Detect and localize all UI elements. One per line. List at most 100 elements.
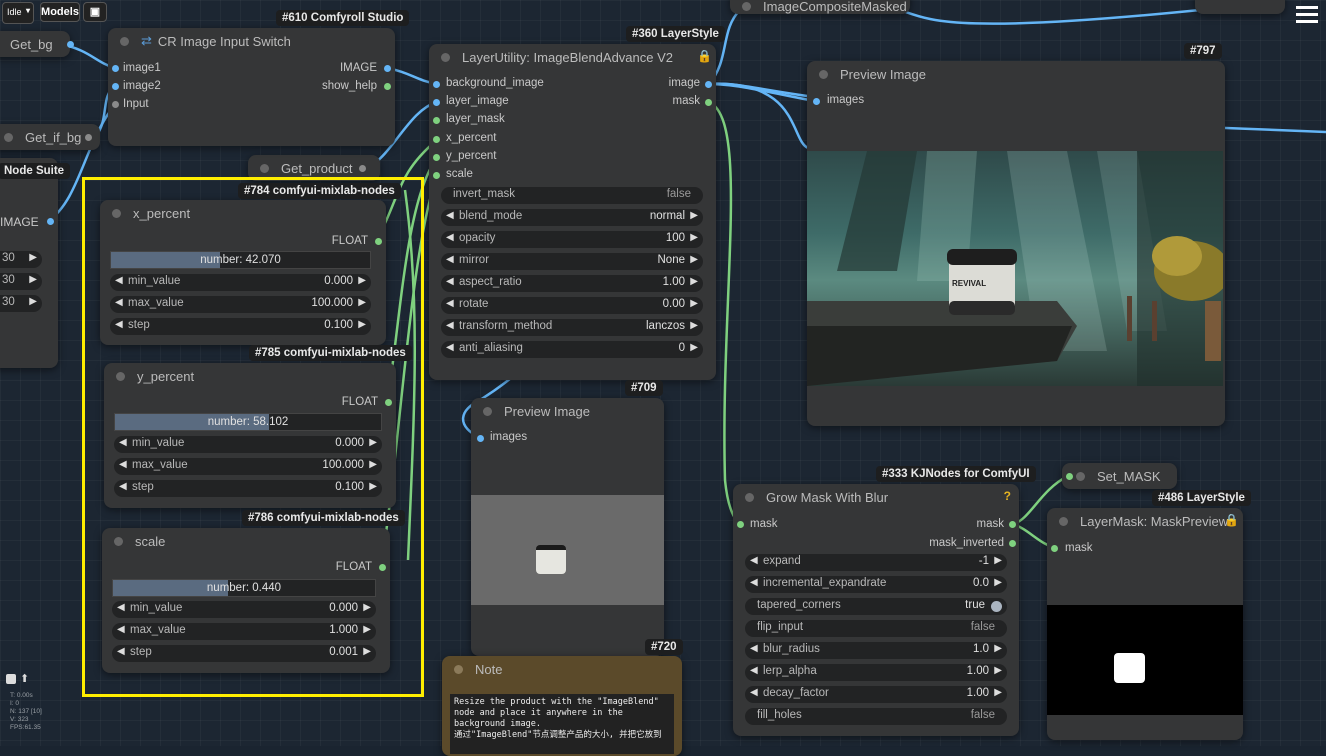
output-port[interactable] (85, 134, 92, 141)
node-suite-partial-node[interactable]: IMAGE 30 ▶ 30 ▶ 30 ▶ (0, 158, 58, 368)
node-badge: #486 LayerStyle (1152, 490, 1251, 506)
output-label: IMAGE (339, 62, 377, 74)
output-port-image[interactable] (384, 65, 391, 72)
arrow-right-icon[interactable]: ▶ (29, 274, 37, 285)
input-label: x_percent (446, 132, 497, 144)
node-badge: #709 (625, 380, 663, 396)
blur-radius-widget[interactable]: ◀ blur_radius 1.0 ▶ (745, 642, 1007, 659)
incremental-expandrate-widget[interactable]: ◀ incremental_expandrate 0.0 ▶ (745, 576, 1007, 593)
canvas-settings-icon[interactable] (6, 674, 16, 684)
lock-icon: 🔒 (1224, 513, 1239, 527)
image-blend-advance-node[interactable]: LayerUtility: ImageBlendAdvance V2 🔒 bac… (429, 44, 716, 380)
pin-icon[interactable]: ⬆ (20, 672, 29, 685)
input-port-image2[interactable] (112, 83, 119, 90)
output-label: image (668, 77, 700, 89)
anti-aliasing-widget[interactable]: ◀ anti_aliasing 0 ▶ (441, 341, 703, 358)
hamburger-menu-icon[interactable] (1296, 6, 1318, 24)
invert-mask-toggle[interactable]: invert_mask false (441, 187, 703, 204)
node-title: Get_bg (10, 36, 53, 52)
product-label: REVIVAL (952, 279, 987, 288)
input-port-images[interactable] (477, 435, 484, 442)
input-label: image2 (123, 80, 161, 92)
lerp-alpha-widget[interactable]: ◀ lerp_alpha 1.00 ▶ (745, 664, 1007, 681)
input-port[interactable] (433, 154, 440, 161)
blend-mode-select[interactable]: ◀ blend_mode normal ▶ (441, 209, 703, 226)
output-port[interactable] (47, 218, 54, 225)
preview-thumbnail (471, 495, 664, 605)
transform-method-select[interactable]: ◀ transform_method lanczos ▶ (441, 319, 703, 336)
node-badge: #360 LayerStyle (626, 26, 725, 42)
mirror-select[interactable]: ◀ mirror None ▶ (441, 253, 703, 270)
widget-value: 30 (2, 296, 15, 308)
preview-scene (807, 151, 1223, 386)
widget-value: 30 (2, 274, 15, 286)
tapered-corners-toggle[interactable]: tapered_corners true (745, 598, 1007, 615)
output-label: mask_inverted (929, 537, 1004, 549)
note-text[interactable]: Resize the product with the "ImageBlend"… (450, 694, 674, 754)
output-port-image[interactable] (705, 81, 712, 88)
expand-widget[interactable]: ◀ expand -1 ▶ (745, 554, 1007, 571)
input-port[interactable] (433, 172, 440, 179)
rotate-widget[interactable]: ◀ rotate 0.00 ▶ (441, 297, 703, 314)
input-port-image1[interactable] (112, 65, 119, 72)
flip-input-toggle[interactable]: flip_input false (745, 620, 1007, 637)
preview-image-node-797[interactable]: Preview Image images REVIVAL (807, 61, 1225, 426)
aspect-ratio-widget[interactable]: ◀ aspect_ratio 1.00 ▶ (441, 275, 703, 292)
opacity-widget[interactable]: ◀ opacity 100 ▶ (441, 231, 703, 248)
node-badge: #333 KJNodes for ComfyUI (876, 466, 1036, 482)
toggle-knob-icon (991, 601, 1002, 612)
get-bg-node[interactable]: Get_bg (0, 31, 74, 57)
node-badge: #720 (645, 639, 683, 655)
stats-overlay: T: 0.00s I: 0 N: 137 [10] V: 323 FPS:61.… (10, 692, 42, 731)
grow-mask-with-blur-node[interactable]: Grow Mask With Blur ? mask mask mask_inv… (733, 484, 1019, 736)
input-label: image1 (123, 62, 161, 74)
preview-image: REVIVAL (807, 151, 1223, 386)
output-port-mask-inverted[interactable] (1009, 540, 1016, 547)
output-label: IMAGE (0, 215, 39, 229)
input-label: images (490, 431, 528, 443)
output-label: mask (672, 95, 700, 107)
workflow-icon[interactable]: ▣ (83, 2, 107, 22)
input-port-input[interactable] (112, 101, 119, 108)
input-port-mask[interactable] (737, 521, 744, 528)
input-label: y_percent (446, 150, 497, 162)
output-port-mask[interactable] (705, 99, 712, 106)
input-port-mask[interactable] (1051, 545, 1058, 552)
input-port[interactable] (433, 99, 440, 106)
node-title: Note (475, 661, 503, 677)
partial-node-top-right[interactable] (1195, 0, 1285, 14)
input-label: background_image (446, 77, 544, 89)
output-port[interactable] (359, 165, 366, 172)
models-button[interactable]: Models (40, 2, 80, 22)
set-mask-node[interactable]: Set_MASK (1062, 463, 1177, 489)
help-icon[interactable]: ? (1004, 489, 1011, 503)
lock-icon: 🔒 (697, 49, 712, 63)
queue-status-button[interactable]: Idle ▾ (2, 2, 34, 24)
input-port-images[interactable] (813, 98, 820, 105)
arrow-right-icon[interactable]: ▶ (29, 296, 37, 307)
input-port[interactable] (433, 81, 440, 88)
cr-image-input-switch-node[interactable]: ⇄ CR Image Input Switch image1 image2 Inp… (108, 28, 395, 146)
input-port[interactable] (433, 136, 440, 143)
arrow-right-icon[interactable]: ▶ (29, 252, 37, 263)
output-port-mask[interactable] (1009, 521, 1016, 528)
mask-preview-node[interactable]: LayerMask: MaskPreview 🔒 mask (1047, 508, 1243, 740)
queue-status-label: Idle (7, 7, 22, 17)
node-title: Grow Mask With Blur (766, 489, 889, 505)
output-port[interactable] (67, 41, 74, 48)
mask-preview-image (1047, 605, 1243, 715)
note-node[interactable]: Note Resize the product with the "ImageB… (442, 656, 682, 756)
input-label: images (827, 94, 865, 106)
graph-canvas[interactable]: Idle ▾ Models ▣ ImageCompositeMasked Get… (0, 0, 1326, 756)
image-composite-masked-node[interactable]: ImageCompositeMasked (730, 0, 910, 14)
node-title: ImageCompositeMasked (763, 0, 907, 14)
fill-holes-toggle[interactable]: fill_holes false (745, 708, 1007, 725)
decay-factor-widget[interactable]: ◀ decay_factor 1.00 ▶ (745, 686, 1007, 703)
output-port-show-help[interactable] (384, 83, 391, 90)
input-port[interactable] (433, 117, 440, 124)
preview-image-node-709[interactable]: Preview Image images (471, 398, 664, 656)
input-label: Input (123, 98, 149, 110)
input-label: scale (446, 168, 473, 180)
output-label: show_help (322, 80, 377, 92)
get-if-bg-node[interactable]: Get_if_bg (0, 124, 100, 150)
